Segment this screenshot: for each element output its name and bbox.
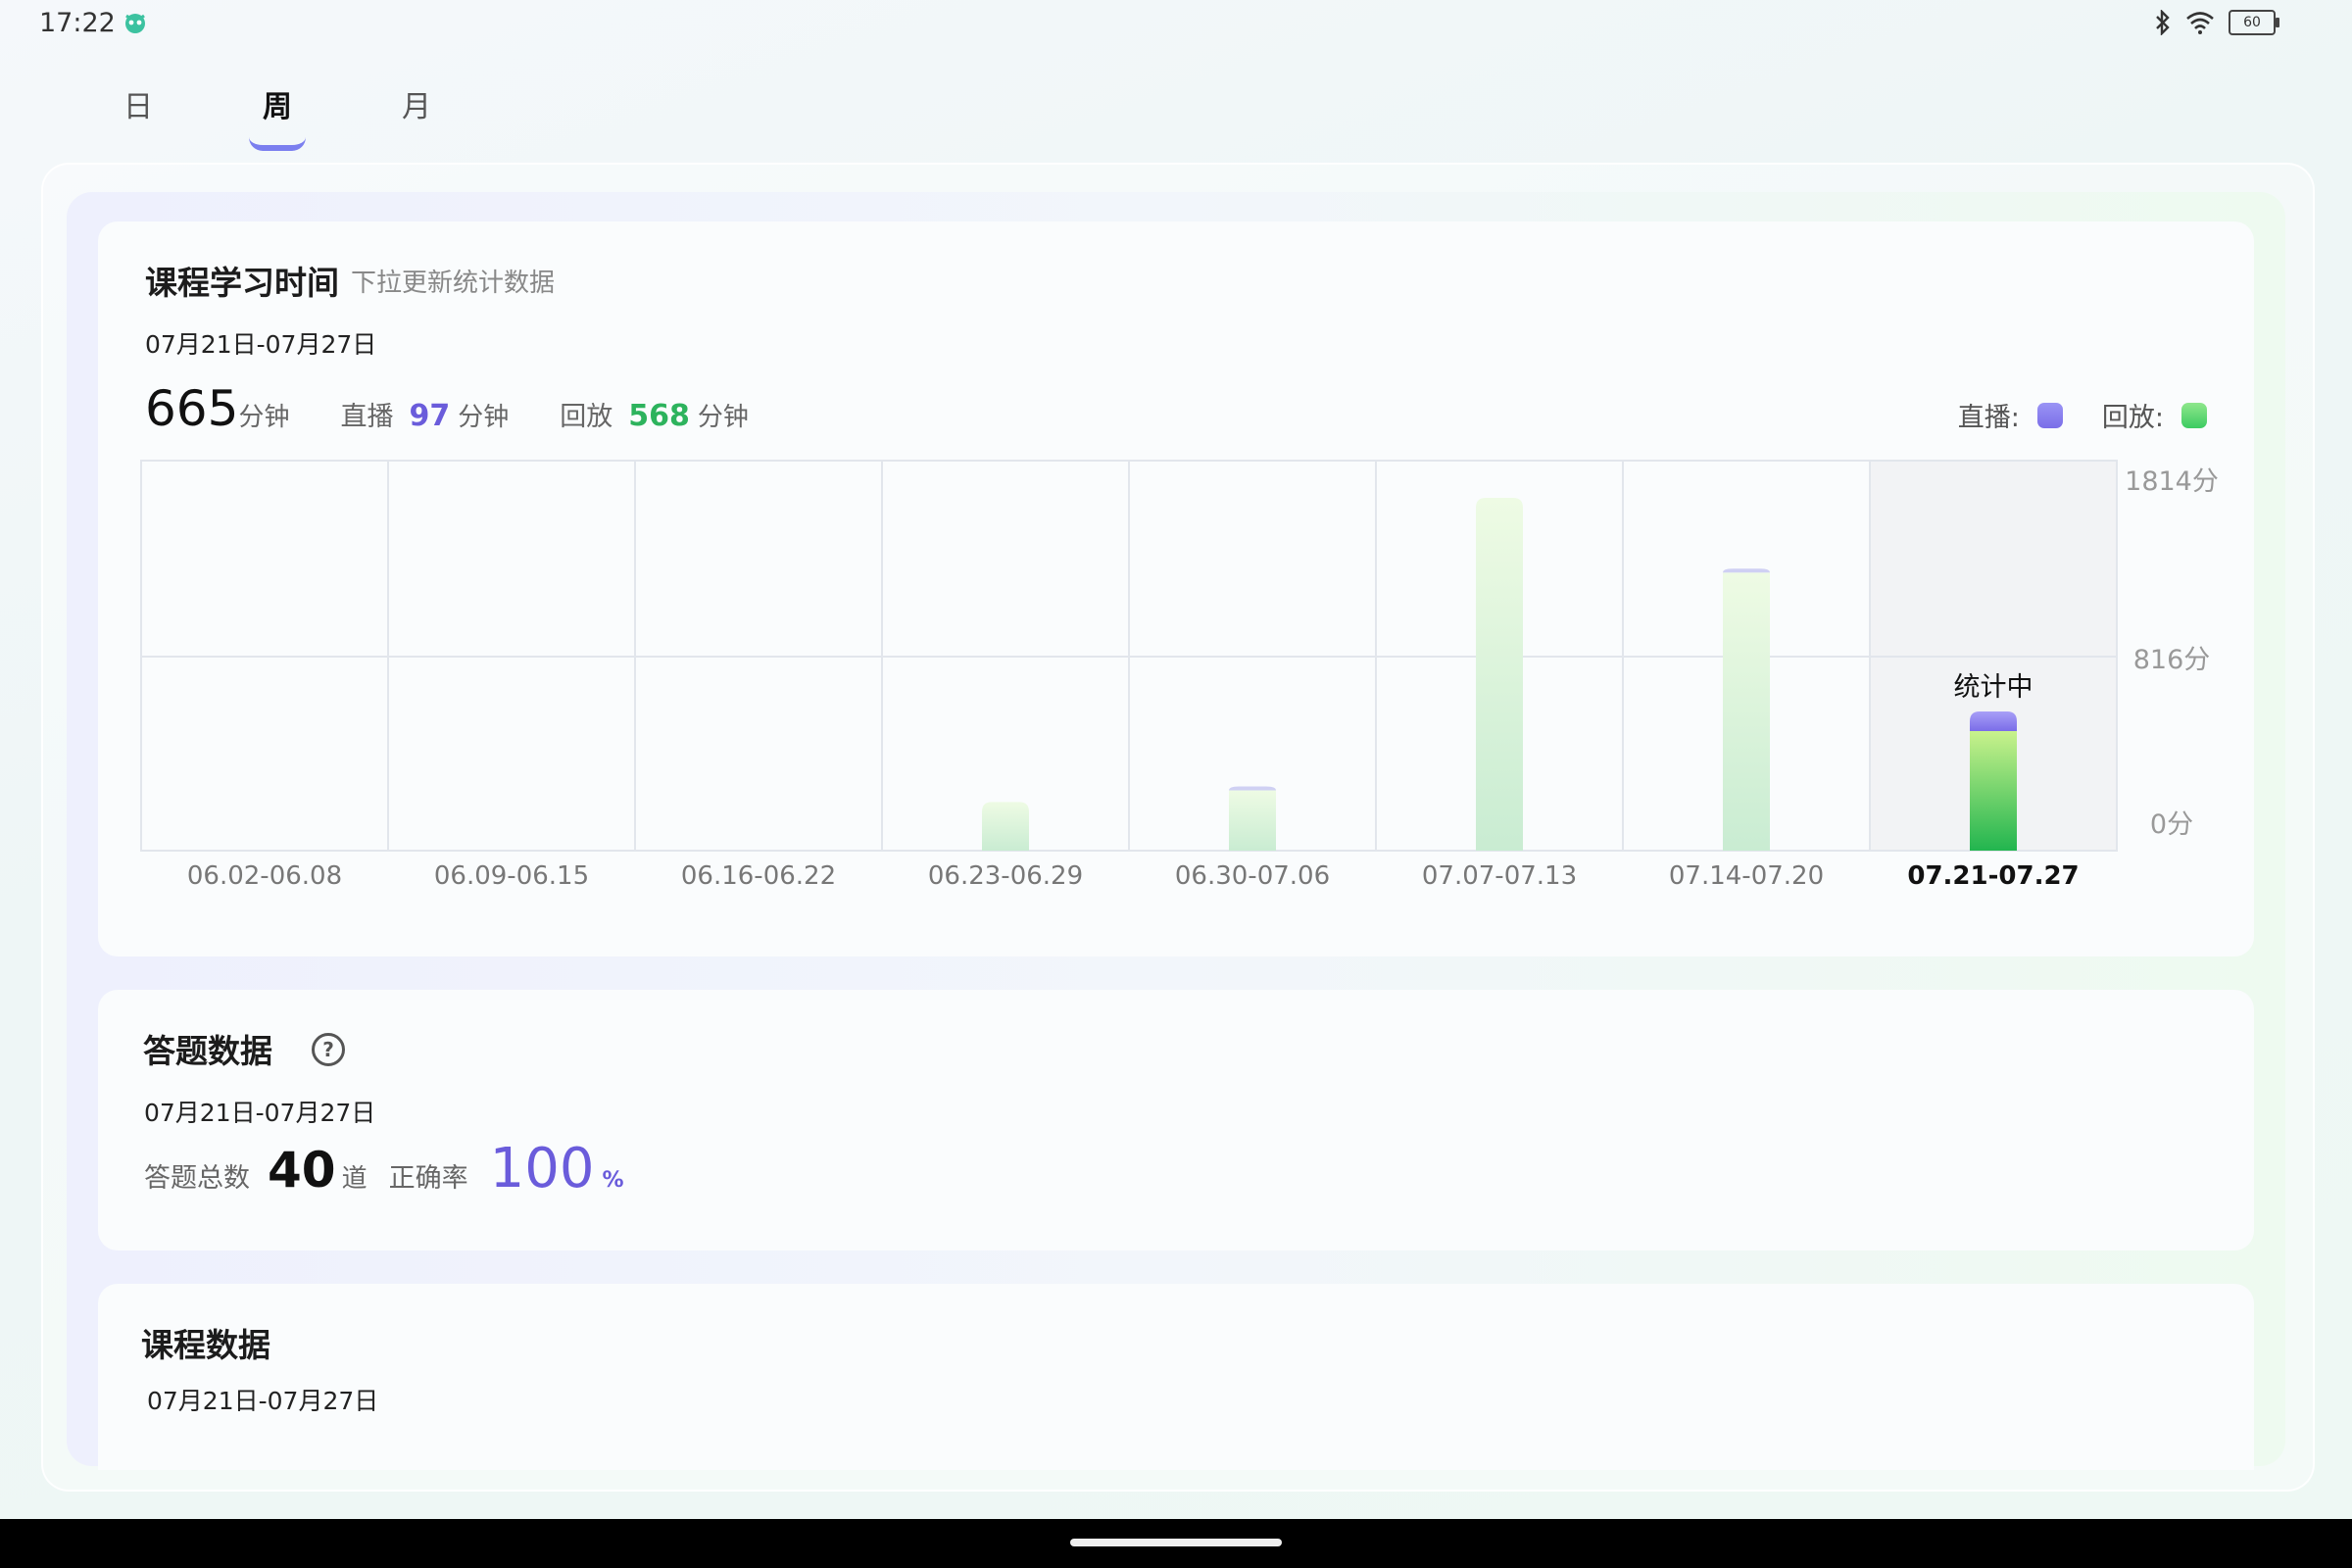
answer-total-label: 答题总数 [144, 1163, 250, 1194]
bar-live [1970, 711, 2017, 731]
x-tick-label: 07.07-07.13 [1422, 861, 1577, 891]
answer-summary: 答题总数 40 道 正确率 100 % [144, 1137, 624, 1200]
bar-live [1723, 568, 1770, 573]
answer-data-title: 答题数据 [143, 1032, 272, 1070]
y-tick-label: 1814分 [2125, 466, 2219, 497]
home-gesture-handle[interactable] [1070, 1539, 1282, 1546]
x-tick-label: 06.30-07.06 [1175, 861, 1330, 891]
bar-replay [1476, 498, 1523, 851]
bar-replay [1723, 572, 1770, 851]
accuracy-value: 100 [489, 1137, 595, 1200]
x-tick-label: 06.02-06.08 [187, 861, 342, 891]
y-tick-label: 816分 [2133, 645, 2211, 675]
accuracy-label: 正确率 [388, 1163, 468, 1194]
counting-label: 统计中 [1954, 672, 2034, 703]
y-tick-label: 0分 [2150, 809, 2193, 840]
course-data-card: 课程数据 07月21日-07月27日 [98, 1284, 2254, 1470]
x-tick-label: 06.09-06.15 [434, 861, 589, 891]
x-tick-label: 06.23-06.29 [928, 861, 1083, 891]
help-icon[interactable]: ? [312, 1033, 345, 1066]
bar-replay [982, 802, 1029, 851]
course-date-range: 07月21日-07月27日 [147, 1387, 379, 1415]
accuracy-unit: % [602, 1168, 624, 1193]
answer-date-range: 07月21日-07月27日 [144, 1099, 376, 1127]
answer-total-value: 40 [268, 1142, 336, 1199]
x-tick-label: 06.16-06.22 [681, 861, 836, 891]
x-tick-label: 07.21-07.27 [1907, 861, 2079, 891]
answer-total-unit: 道 [341, 1164, 368, 1194]
course-data-title: 课程数据 [141, 1326, 270, 1364]
bar-replay [1970, 731, 2017, 851]
bar-live [1229, 786, 1276, 791]
answer-data-card: 答题数据 ? 07月21日-07月27日 答题总数 40 道 正确率 100 % [98, 990, 2254, 1250]
x-tick-label: 07.14-07.20 [1669, 861, 1824, 891]
study-time-chart: 0分 816分 1814分 06.02-06.08 06.09-06.15 06.16-0… [140, 460, 2219, 891]
bar-replay [1229, 790, 1276, 851]
